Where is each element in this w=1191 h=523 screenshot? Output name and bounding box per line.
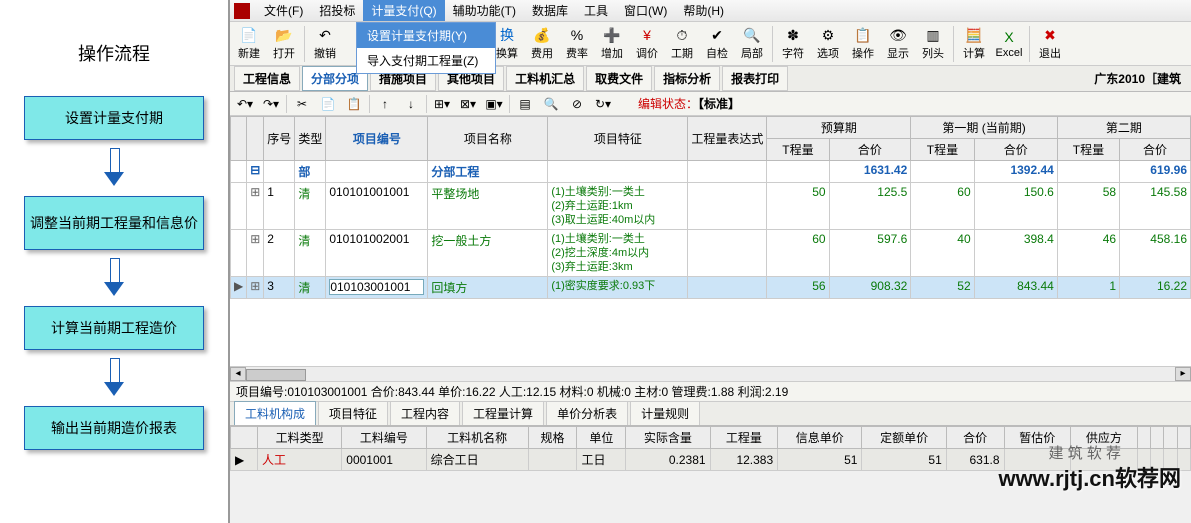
dropdown-import-qty[interactable]: 导入支付期工程量(Z): [357, 48, 495, 73]
main-grid[interactable]: 序号 类型 项目编号 项目名称 项目特征 工程量表达式 预算期 第一期 (当前期…: [230, 116, 1191, 366]
flow-step-2: 调整当前期工程量和信息价: [24, 196, 204, 250]
icon-toolbar: ↶▾ ↷▾ ✂ 📄 📋 ↑ ↓ ⊞▾ ⊠▾ ▣▾ ▤ 🔍 ⊘ ↻▾ 编辑状态：【…: [230, 92, 1191, 116]
menu-bid[interactable]: 招投标: [311, 0, 363, 21]
table-row[interactable]: ▶⊞3清回填方(1)密实度要求:0.93下56908.3252843.44116…: [231, 277, 1191, 299]
horizontal-scrollbar[interactable]: ◂ ▸: [230, 366, 1191, 382]
tool-operate[interactable]: 📋操作: [846, 24, 880, 64]
tool-display[interactable]: 👁显示: [881, 24, 915, 64]
tool-local[interactable]: 🔍局部: [735, 24, 769, 64]
menu-help[interactable]: 帮助(H): [675, 0, 732, 21]
edit-status: 编辑状态：【标准】: [638, 95, 740, 112]
flow-arrow-icon: [106, 258, 122, 298]
copy-icon[interactable]: 📄: [317, 94, 339, 114]
paste-icon[interactable]: 📋: [343, 94, 365, 114]
filter-icon[interactable]: ⊞▾: [431, 94, 453, 114]
subtab-feature[interactable]: 项目特征: [318, 401, 388, 425]
menu-aux[interactable]: 辅助功能(T): [445, 0, 524, 21]
menu-window[interactable]: 窗口(W): [616, 0, 675, 21]
down-icon[interactable]: ↓: [400, 94, 422, 114]
undo-icon[interactable]: ↶▾: [234, 94, 256, 114]
up-icon[interactable]: ↑: [374, 94, 396, 114]
menu-file[interactable]: 文件(F): [256, 0, 311, 21]
menu-tools[interactable]: 工具: [576, 0, 616, 21]
payment-dropdown: 设置计量支付期(Y) 导入支付期工程量(Z): [356, 22, 496, 74]
tab-fee-file[interactable]: 取费文件: [586, 66, 652, 91]
info-line: 项目编号:010103001001 合价:843.44 单价:16.22 人工:…: [230, 382, 1191, 402]
tab-report[interactable]: 报表打印: [722, 66, 788, 91]
tool-undo[interactable]: ↶撤销: [308, 24, 342, 64]
delete-icon[interactable]: ⊠▾: [457, 94, 479, 114]
dropdown-set-period[interactable]: 设置计量支付期(Y): [357, 23, 495, 48]
tool-option[interactable]: ⚙选项: [811, 24, 845, 64]
tab-indicator[interactable]: 指标分析: [654, 66, 720, 91]
tool-rate[interactable]: %费率: [560, 24, 594, 64]
subtab-content[interactable]: 工程内容: [390, 401, 460, 425]
tool-add[interactable]: ➕增加: [595, 24, 629, 64]
watermark-small: 建 筑 软 荐: [1048, 442, 1121, 463]
tool-adjust[interactable]: ¥调价: [630, 24, 664, 64]
tool-period[interactable]: ⏱工期: [665, 24, 699, 64]
watermark: www.rjtj.cn软荐网: [998, 461, 1181, 493]
flow-step-3: 计算当前期工程造价: [24, 306, 204, 350]
refresh-icon[interactable]: ↻▾: [592, 94, 614, 114]
flow-step-1: 设置计量支付期: [24, 96, 204, 140]
flow-step-4: 输出当前期造价报表: [24, 406, 204, 450]
clear-icon[interactable]: ⊘: [566, 94, 588, 114]
tool-excel[interactable]: XExcel: [992, 24, 1026, 64]
tab-project-info[interactable]: 工程信息: [234, 66, 300, 91]
subtab-price[interactable]: 单价分析表: [546, 401, 628, 425]
tool-open[interactable]: 📂打开: [267, 24, 301, 64]
tab-material[interactable]: 工料机汇总: [506, 66, 584, 91]
region-label: 广东2010［建筑: [1094, 70, 1187, 87]
scroll-right-icon[interactable]: ▸: [1175, 367, 1191, 381]
sub-tabbar: 工料机构成 项目特征 工程内容 工程量计算 单价分析表 计量规则: [230, 402, 1191, 426]
menubar: 文件(F) 招投标 计量支付(Q) 辅助功能(T) 数据库 工具 窗口(W) 帮…: [230, 0, 1191, 22]
tool-colhead[interactable]: ▥列头: [916, 24, 950, 64]
scroll-thumb[interactable]: [246, 369, 306, 381]
flow-arrow-icon: [106, 148, 122, 188]
tool-exit[interactable]: ✖退出: [1033, 24, 1067, 64]
subtab-qtycalc[interactable]: 工程量计算: [462, 401, 544, 425]
table-row[interactable]: ⊞2清010101002001挖一般土方(1)土壤类别:一类土 (2)挖土深度:…: [231, 230, 1191, 277]
tool-calc[interactable]: 🧮计算: [957, 24, 991, 64]
redo-icon[interactable]: ↷▾: [260, 94, 282, 114]
subtab-material[interactable]: 工料机构成: [234, 401, 316, 425]
table-row[interactable]: ⊟部分部工程1631.421392.44619.96: [231, 161, 1191, 183]
tool-fee[interactable]: 💰费用: [525, 24, 559, 64]
flow-title: 操作流程: [0, 40, 228, 66]
expand-icon[interactable]: ▤: [514, 94, 536, 114]
menu-db[interactable]: 数据库: [524, 0, 576, 21]
app-logo-icon: [234, 3, 250, 19]
subtab-rule[interactable]: 计量规则: [630, 401, 700, 425]
tool-check[interactable]: ✔自检: [700, 24, 734, 64]
code-input[interactable]: [329, 279, 424, 295]
search-icon[interactable]: 🔍: [540, 94, 562, 114]
table-row[interactable]: ⊞1清010101001001平整场地(1)土壤类别:一类土 (2)弃土运距:1…: [231, 183, 1191, 230]
flow-arrow-icon: [106, 358, 122, 398]
tool-char[interactable]: ✽字符: [776, 24, 810, 64]
scroll-left-icon[interactable]: ◂: [230, 367, 246, 381]
cut-icon[interactable]: ✂: [291, 94, 313, 114]
select-icon[interactable]: ▣▾: [483, 94, 505, 114]
menu-payment[interactable]: 计量支付(Q): [363, 0, 444, 21]
tool-new[interactable]: 📄新建: [232, 24, 266, 64]
